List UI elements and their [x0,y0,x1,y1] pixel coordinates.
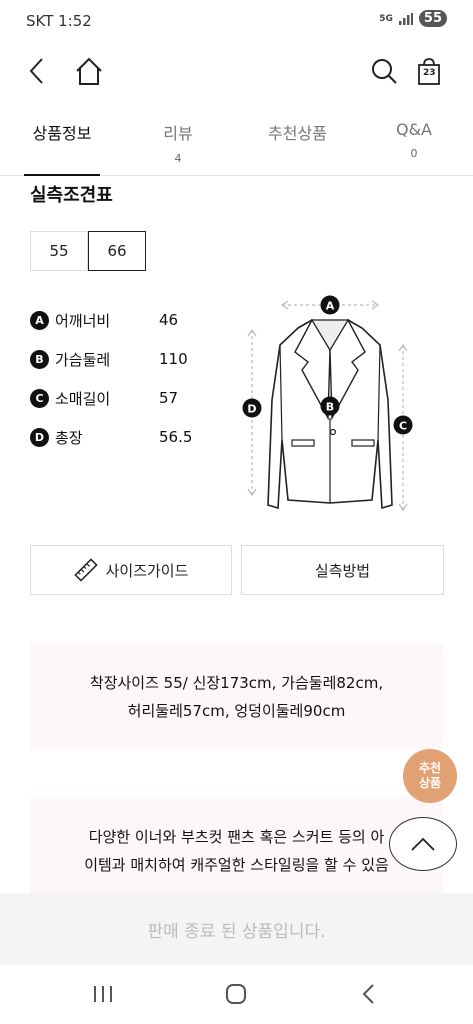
measurement-row: C 소매길이 57 [30,387,178,409]
tab-label: Q&A [395,120,432,139]
svg-text:C: C [399,420,407,433]
styling-info-box: 다양한 이너와 부츠컷 팬츠 혹은 스커트 등의 아 이템과 매치하여 캐주얼한… [30,797,443,893]
tab-product-info[interactable]: 상품정보 [22,120,102,144]
sold-out-label: 판매 종료 된 상품입니다. [147,921,326,942]
badge-a: A [30,310,49,330]
size-option-66[interactable]: 66 [88,231,146,271]
badge-c: C [30,388,49,408]
fitting-line: 허리둘레57cm, 엉덩이둘레90cm [127,702,346,720]
styling-line: 이템과 매치하여 캐주얼한 스타일링을 할 수 있음 [84,856,389,874]
diagram-badge-a: A [320,295,340,315]
size-guide-label: 사이즈가이드 [105,561,189,580]
styling-line: 다양한 이너와 부츠컷 팬츠 혹은 스커트 등의 아 [88,828,385,846]
diagram-badge-c: C [393,415,413,435]
tab-recommended[interactable]: 추천상품 [255,120,340,144]
back-icon[interactable] [358,983,380,1005]
svg-text:A: A [326,300,335,313]
home-circle-icon[interactable] [225,983,247,1005]
measurement-label: 가슴둘레 [55,350,111,369]
measurement-label: 총장 [55,428,83,447]
svg-text:B: B [326,401,334,414]
status-bar: SKT 1:52 5G 55 [0,0,473,44]
badge-d: D [30,427,49,447]
product-tabs: 상품정보 리뷰 4 추천상품 Q&A 0 [0,120,473,176]
badge-b: B [30,349,49,369]
carrier-time: SKT 1:52 [26,12,92,30]
tab-count: 4 [174,152,182,165]
tab-reviews[interactable]: 리뷰 4 [138,120,218,165]
network-badge: 5G [379,13,393,24]
recommend-button[interactable]: 추천 상품 [403,749,457,803]
status-icons: 5G 55 [379,10,447,27]
size-option-55[interactable]: 55 [30,231,88,271]
chevron-left-icon[interactable] [28,56,46,86]
measurement-label: 소매길이 [55,389,111,408]
measurement-label: 어깨너비 [55,311,111,330]
measurement-row: D 총장 56.5 [30,426,192,448]
measurement-row: A 어깨너비 46 [30,309,178,331]
section-title: 실측조견표 [30,185,113,206]
tab-label: 상품정보 [32,124,92,143]
measurement-row: B 가슴둘레 110 [30,348,188,370]
fitting-line: 착장사이즈 55/ 신장173cm, 가슴둘레82cm, [89,674,384,692]
measure-method-label: 실측방법 [314,561,371,580]
diagram-badge-b: B [320,396,340,416]
measure-method-button[interactable]: 실측방법 [241,545,444,595]
signal-icon [398,12,413,25]
tab-label: 추천상품 [268,124,327,143]
tab-label: 리뷰 [163,124,193,143]
recommend-label: 상품 [418,776,442,790]
ruler-icon [73,558,98,582]
scroll-top-button[interactable] [389,817,457,871]
battery-badge: 55 [418,10,447,27]
jacket-diagram: A B C D [242,295,413,512]
svg-text:D: D [247,403,256,416]
measurement-value: 56.5 [159,428,193,446]
shopping-bag-icon[interactable]: 23 [416,56,442,86]
tab-qna[interactable]: Q&A 0 [374,120,454,160]
sold-out-bar: 판매 종료 된 상품입니다. [0,893,473,965]
system-nav-bar [0,965,473,1024]
size-guide-button[interactable]: 사이즈가이드 [30,545,232,595]
fitting-info-box: 착장사이즈 55/ 신장173cm, 가슴둘레82cm, 허리둘레57cm, 엉… [30,643,443,749]
search-icon[interactable] [370,56,398,86]
top-nav: 23 [0,50,473,94]
tab-count: 0 [410,147,418,160]
bag-count: 23 [423,68,436,78]
recents-icon[interactable] [92,983,114,1005]
measurement-value: 110 [159,350,188,368]
chevron-up-icon [411,837,435,851]
recommend-label: 추천 [418,761,442,775]
diagram-badge-d: D [242,398,262,418]
measurement-value: 46 [159,311,179,329]
measurement-value: 57 [159,389,179,407]
home-icon[interactable] [75,56,103,86]
active-tab-indicator [24,174,100,176]
